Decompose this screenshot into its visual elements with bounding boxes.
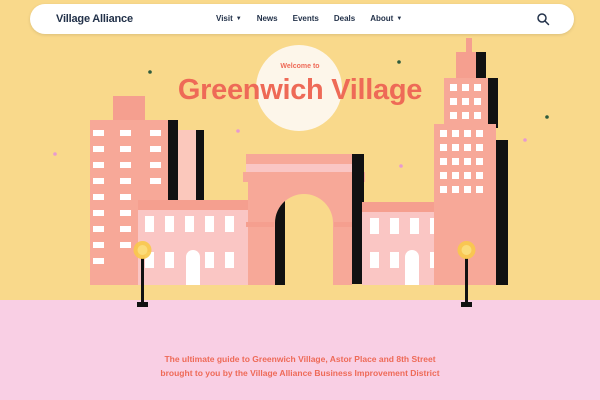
tagline-line-1: The ultimate guide to Greenwich Village,… xyxy=(164,354,436,364)
nav-item-label: Visit xyxy=(216,14,233,23)
nav-item-label: Deals xyxy=(333,14,356,23)
welcome-text: Welcome to xyxy=(280,63,320,70)
nav-item-about[interactable]: About ▼ xyxy=(370,14,402,23)
tagline-line-2: brought to you by the Village Alliance B… xyxy=(160,368,440,378)
brand-logo[interactable]: Village Alliance xyxy=(56,13,133,25)
caret-down-icon: ▼ xyxy=(396,15,403,22)
nav-item-label: About xyxy=(370,14,394,23)
nav-item-news[interactable]: News xyxy=(257,14,278,23)
nav-item-events[interactable]: Events xyxy=(293,14,319,23)
search-icon[interactable] xyxy=(536,12,550,26)
nav-item-label: Events xyxy=(292,14,319,23)
cityscape-illustration xyxy=(53,38,549,307)
nav-menu: Visit ▼ News Events Deals About ▼ xyxy=(216,14,417,23)
nav-item-visit[interactable]: Visit ▼ xyxy=(216,14,242,23)
caret-down-icon: ▼ xyxy=(235,15,242,22)
nav-item-label: News xyxy=(256,14,278,23)
tagline: The ultimate guide to Greenwich Village,… xyxy=(0,352,600,380)
top-navigation-bar: Village Alliance Visit ▼ News Events Dea… xyxy=(30,4,574,34)
nav-item-deals[interactable]: Deals xyxy=(334,14,355,23)
page-title: Greenwich Village xyxy=(177,74,423,106)
